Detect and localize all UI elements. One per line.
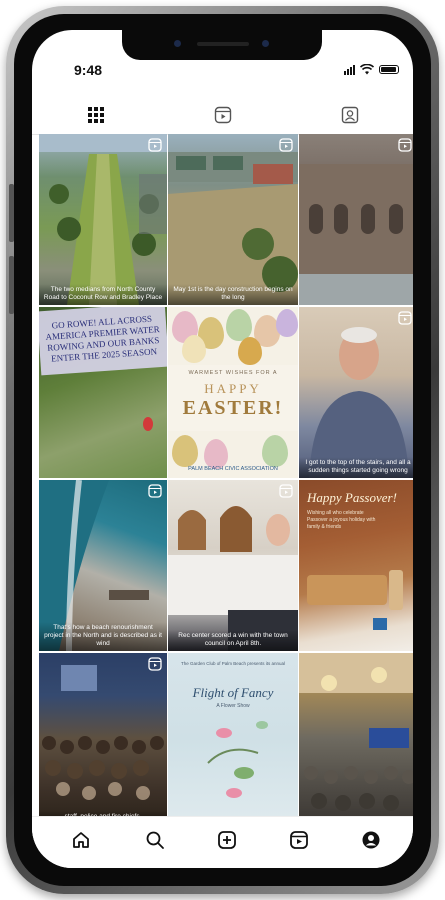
reels-icon xyxy=(290,831,308,849)
reel-indicator-icon xyxy=(279,138,293,152)
posts-grid: The two medians from North County Road t… xyxy=(39,134,413,824)
audience-event-photo xyxy=(42,665,164,800)
nav-search[interactable] xyxy=(142,827,168,853)
easter-title: EASTER! xyxy=(182,397,284,419)
nav-reels[interactable] xyxy=(286,827,312,853)
interview-man-photo xyxy=(309,327,409,478)
reel-indicator-icon xyxy=(279,484,293,498)
post-thumbnail[interactable] xyxy=(299,653,413,824)
profile-tabs xyxy=(32,96,413,135)
post-thumbnail[interactable]: The two medians from North County Road t… xyxy=(39,134,167,305)
reel-indicator-icon xyxy=(148,484,162,498)
tagged-icon xyxy=(341,106,358,124)
post-thumbnail[interactable] xyxy=(299,134,413,305)
status-bar: 9:48 xyxy=(32,60,413,86)
post-thumbnail[interactable]: GO ROWE! ALL ACROSS AMERICA PREMIER WATE… xyxy=(39,307,167,478)
reels-icon xyxy=(214,106,231,124)
signal-icon xyxy=(344,64,355,75)
tab-reels[interactable] xyxy=(159,96,286,134)
sign-text: GO ROWE! ALL ACROSS AMERICA PREMIER WATE… xyxy=(39,307,167,376)
post-caption: I got to the top of the stairs, and all … xyxy=(299,457,413,478)
construction-aerial-photo xyxy=(168,152,298,305)
bottom-nav xyxy=(32,816,413,868)
post-thumbnail[interactable]: staff, police and fire chiefs, xyxy=(39,653,167,824)
reel-indicator-icon xyxy=(398,138,412,152)
post-caption: May 1st is the day construction begins o… xyxy=(168,284,298,305)
home-icon xyxy=(73,832,89,848)
council-meeting-photo xyxy=(168,506,298,651)
speaker xyxy=(197,42,249,46)
post-caption: The two medians from North County Road t… xyxy=(39,284,167,305)
tab-tagged[interactable] xyxy=(286,96,413,134)
search-icon xyxy=(146,831,164,849)
wifi-icon xyxy=(360,64,374,75)
matzah-illustration xyxy=(307,570,403,630)
profile-icon xyxy=(362,831,380,849)
balloon xyxy=(143,417,153,431)
sensor-icon xyxy=(262,40,269,47)
notch xyxy=(122,30,322,60)
tab-posts-grid[interactable] xyxy=(32,96,159,135)
nav-home[interactable] xyxy=(68,827,94,853)
reel-indicator-icon xyxy=(148,657,162,671)
hummingbird-illustration xyxy=(207,721,268,798)
post-thumbnail[interactable]: I got to the top of the stairs, and all … xyxy=(299,307,413,478)
battery-icon xyxy=(379,65,399,74)
create-icon xyxy=(218,831,236,849)
nav-profile[interactable] xyxy=(358,827,384,853)
status-time: 9:48 xyxy=(74,62,103,78)
reel-indicator-icon xyxy=(148,138,162,152)
building-facade-photo xyxy=(299,164,413,305)
post-thumbnail[interactable]: May 1st is the day construction begins o… xyxy=(168,134,298,305)
post-thumbnail[interactable]: That's how a beach renourishment project… xyxy=(39,480,167,651)
post-caption: That's how a beach renourishment project… xyxy=(39,622,167,651)
median-aerial-photo xyxy=(39,134,167,305)
post-caption: Rec center scored a win with the town co… xyxy=(168,630,298,651)
easter-subtitle: WARMEST WISHES FOR A xyxy=(188,370,278,376)
post-thumbnail[interactable]: The Garden Club of Palm Beach presents i… xyxy=(168,653,298,824)
grid-icon xyxy=(87,107,104,123)
ballroom-event-photo xyxy=(299,653,413,811)
easter-org: PALM BEACH CIVIC ASSOCIATION xyxy=(188,466,278,472)
phone-screen: 9:48 The two medians from North County R… xyxy=(32,30,413,868)
reel-indicator-icon xyxy=(398,311,412,325)
post-thumbnail[interactable]: Happy Passover! Wishing all who celebrat… xyxy=(299,480,413,651)
camera-icon xyxy=(174,40,181,47)
nav-create[interactable] xyxy=(214,827,240,853)
easter-happy: HAPPY xyxy=(204,381,262,396)
status-icons xyxy=(344,64,399,75)
post-thumbnail[interactable]: WARMEST WISHES FOR A HAPPY EASTER! PALM … xyxy=(168,307,298,478)
post-thumbnail[interactable]: Rec center scored a win with the town co… xyxy=(168,480,298,651)
